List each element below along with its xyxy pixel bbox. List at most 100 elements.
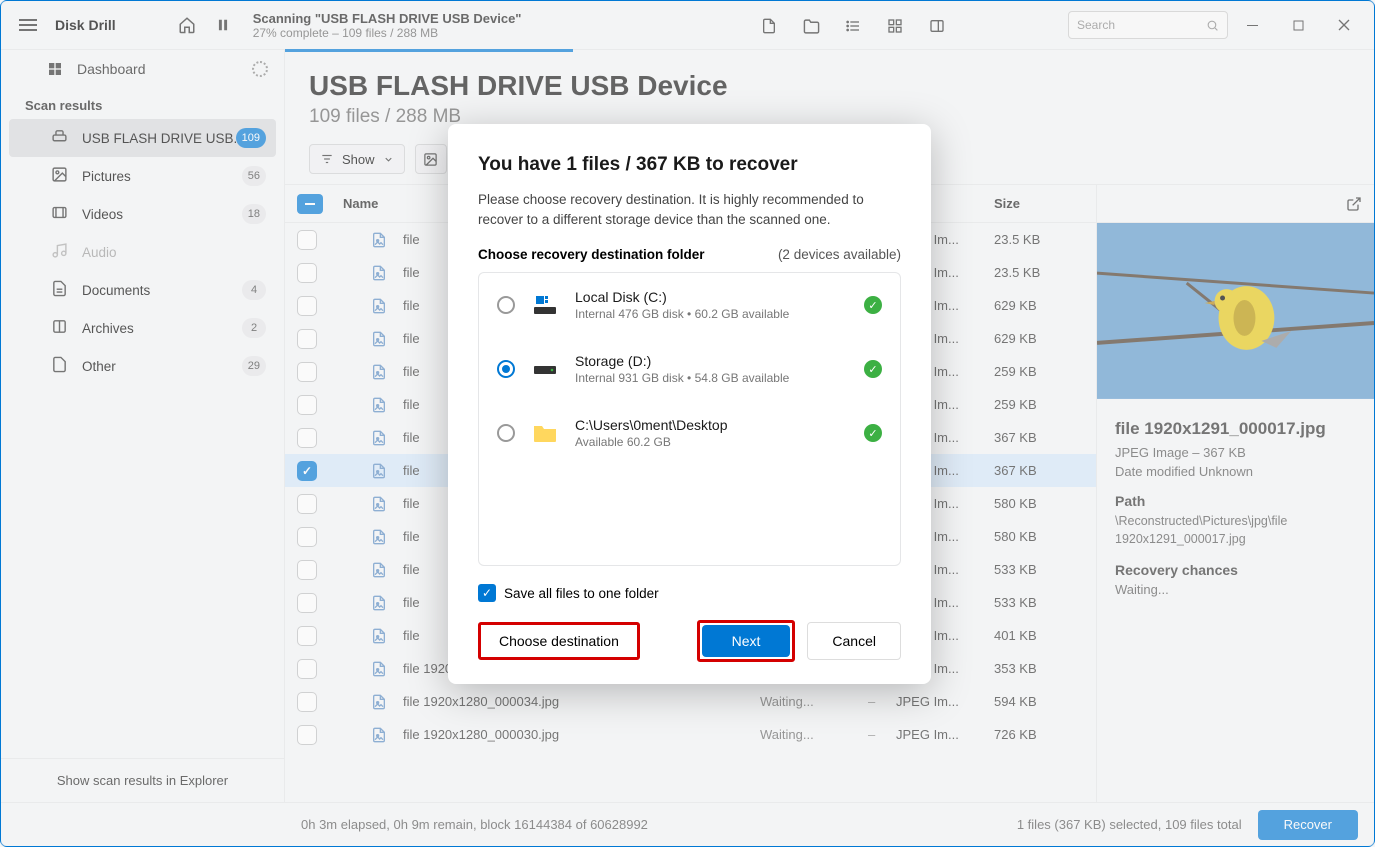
radio-button[interactable] — [497, 360, 515, 378]
show-filter-button[interactable]: Show — [309, 144, 405, 174]
row-size: 401 KB — [994, 628, 1064, 643]
folder-icon[interactable] — [794, 9, 828, 43]
destination-option[interactable]: Storage (D:) Internal 931 GB disk • 54.8… — [479, 337, 900, 401]
list-view-icon[interactable] — [836, 9, 870, 43]
row-checkbox[interactable] — [297, 362, 317, 382]
search-placeholder: Search — [1077, 18, 1115, 32]
destination-name: Storage (D:) — [575, 353, 789, 369]
preview-chances-label: Recovery chances — [1115, 562, 1356, 578]
sidebar-badge: 56 — [242, 166, 266, 186]
preview-meta-type: JPEG Image – 367 KB — [1115, 445, 1356, 460]
status-right: 1 files (367 KB) selected, 109 files tot… — [1017, 817, 1242, 832]
progress-bar — [285, 49, 573, 52]
check-icon: ✓ — [864, 296, 882, 314]
destination-option[interactable]: Local Disk (C:) Internal 476 GB disk • 6… — [479, 273, 900, 337]
destination-sub: Internal 931 GB disk • 54.8 GB available — [575, 371, 789, 385]
show-filter-label: Show — [342, 152, 375, 167]
sidebar-item-pictures[interactable]: Pictures 56 — [9, 157, 276, 195]
col-size[interactable]: Size — [994, 196, 1064, 211]
preview-path-label: Path — [1115, 493, 1356, 509]
status-bar: 0h 3m elapsed, 0h 9m remain, block 16144… — [1, 802, 1374, 846]
row-dash: – — [868, 694, 888, 709]
video-icon — [51, 204, 68, 224]
drive-icon — [51, 128, 68, 148]
row-checkbox[interactable] — [297, 626, 317, 646]
scan-progress-text: 27% complete – 109 files / 288 MB — [253, 26, 522, 40]
file-icon[interactable] — [752, 9, 786, 43]
sidebar-item-archives[interactable]: Archives 2 — [9, 309, 276, 347]
thumbnail-filter-button[interactable] — [415, 144, 447, 174]
show-in-explorer-button[interactable]: Show scan results in Explorer — [1, 758, 284, 802]
modal-title: You have 1 files / 367 KB to recover — [478, 154, 901, 176]
image-icon — [423, 152, 438, 167]
audio-icon — [51, 242, 68, 262]
external-link-icon[interactable] — [1346, 196, 1362, 212]
sidebar-item-documents[interactable]: Documents 4 — [9, 271, 276, 309]
row-checkbox[interactable] — [297, 263, 317, 283]
choose-destination-button[interactable]: Choose destination — [478, 622, 640, 660]
row-checkbox[interactable] — [297, 461, 317, 481]
minimize-button[interactable] — [1230, 8, 1274, 42]
modal-description: Please choose recovery destination. It i… — [478, 190, 901, 229]
row-checkbox[interactable] — [297, 527, 317, 547]
row-checkbox[interactable] — [297, 560, 317, 580]
select-all-checkbox[interactable] — [297, 194, 323, 214]
row-checkbox[interactable] — [297, 395, 317, 415]
cancel-button[interactable]: Cancel — [807, 622, 901, 660]
sidebar-badge: 109 — [236, 128, 266, 148]
row-checkbox[interactable] — [297, 659, 317, 679]
spinner-icon — [252, 61, 268, 77]
radio-button[interactable] — [497, 296, 515, 314]
destination-option[interactable]: C:\Users\0ment\Desktop Available 60.2 GB… — [479, 401, 900, 465]
table-row[interactable]: file 1920x1280_000030.jpg Waiting... – J… — [285, 718, 1096, 751]
sidebar-dashboard[interactable]: Dashboard — [1, 50, 284, 88]
row-checkbox[interactable] — [297, 230, 317, 250]
filter-icon — [320, 152, 334, 166]
row-size: 629 KB — [994, 331, 1064, 346]
modal-available: (2 devices available) — [778, 247, 901, 262]
sidebar-item-other[interactable]: Other 29 — [9, 347, 276, 385]
picture-icon — [51, 166, 68, 186]
sidebar: Dashboard Scan results USB FLASH DRIVE U… — [1, 50, 285, 802]
search-input[interactable]: Search — [1068, 11, 1228, 39]
row-checkbox[interactable] — [297, 725, 317, 745]
search-icon — [1206, 19, 1219, 32]
row-checkbox[interactable] — [297, 593, 317, 613]
row-checkbox[interactable] — [297, 692, 317, 712]
recover-button[interactable]: Recover — [1258, 810, 1358, 840]
windisk-icon — [531, 293, 559, 317]
sidebar-item-usb-flash-drive-usb-[interactable]: USB FLASH DRIVE USB... 109 — [9, 119, 276, 157]
grid-view-icon[interactable] — [878, 9, 912, 43]
destination-sub: Internal 476 GB disk • 60.2 GB available — [575, 307, 789, 321]
maximize-button[interactable] — [1276, 8, 1320, 42]
save-all-checkbox[interactable]: ✓ Save all files to one folder — [478, 584, 659, 602]
row-checkbox[interactable] — [297, 296, 317, 316]
row-dash: – — [868, 727, 888, 742]
table-row[interactable]: file 1920x1280_000034.jpg Waiting... – J… — [285, 685, 1096, 718]
sidebar-item-videos[interactable]: Videos 18 — [9, 195, 276, 233]
pause-icon[interactable] — [205, 7, 241, 43]
home-icon[interactable] — [169, 7, 205, 43]
row-size: 259 KB — [994, 397, 1064, 412]
row-status: Waiting... — [760, 694, 860, 709]
row-checkbox[interactable] — [297, 329, 317, 349]
row-size: 726 KB — [994, 727, 1064, 742]
sidebar-item-label: Other — [82, 359, 116, 374]
next-button[interactable]: Next — [702, 625, 791, 657]
sidebar-item-label: USB FLASH DRIVE USB... — [82, 131, 245, 146]
row-size: 23.5 KB — [994, 232, 1064, 247]
panel-icon[interactable] — [920, 9, 954, 43]
destination-name: Local Disk (C:) — [575, 289, 789, 305]
sidebar-item-label: Videos — [82, 207, 123, 222]
app-title: Disk Drill — [55, 17, 116, 33]
save-all-label: Save all files to one folder — [504, 586, 659, 601]
row-checkbox[interactable] — [297, 428, 317, 448]
radio-button[interactable] — [497, 424, 515, 442]
row-checkbox[interactable] — [297, 494, 317, 514]
preview-meta-date: Date modified Unknown — [1115, 464, 1356, 479]
preview-path: \Reconstructed\Pictures\jpg\file 1920x12… — [1115, 513, 1356, 548]
close-button[interactable] — [1322, 8, 1366, 42]
menu-button[interactable] — [9, 10, 47, 40]
show-in-explorer-label: Show scan results in Explorer — [57, 773, 228, 788]
sidebar-item-audio[interactable]: Audio — [9, 233, 276, 271]
